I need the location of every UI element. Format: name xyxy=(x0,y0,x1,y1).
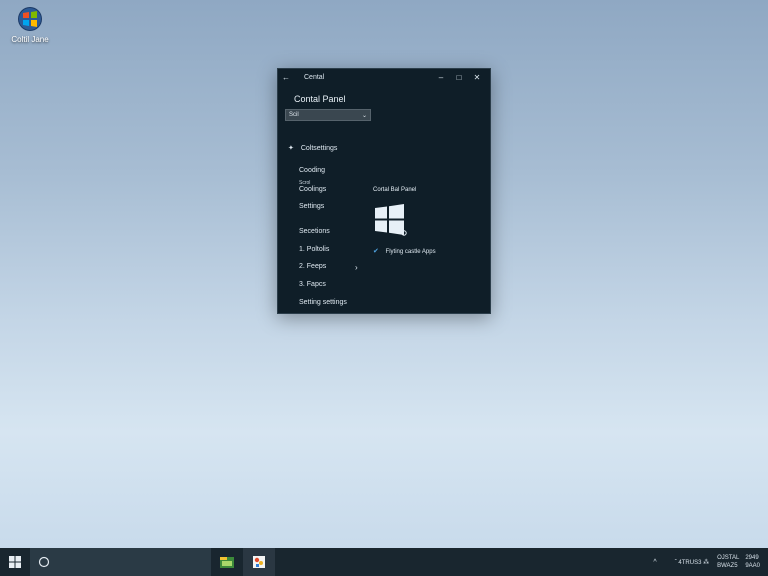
nav-item-feeps[interactable]: 2. Feeps › xyxy=(299,263,358,272)
nav-item-fapcs[interactable]: 3. Fapcs xyxy=(299,281,326,288)
minimize-button[interactable]: – xyxy=(432,73,450,82)
cortana-ring-icon xyxy=(38,556,50,568)
taskbar: ^ ˆ 4TRUS3 ⁂ OJSTAL BWAZ5 2949 9AA0 xyxy=(0,548,768,576)
tray-date[interactable]: OJSTAL BWAZ5 xyxy=(717,554,745,570)
desktop-icon-shortcut[interactable]: Coltil Jane xyxy=(6,6,54,44)
settings-star-icon: ✦ xyxy=(288,145,294,152)
desktop-icon-label: Coltil Jane xyxy=(11,35,49,44)
nav-section-label: Coltsettings xyxy=(300,145,338,152)
start-button[interactable] xyxy=(0,548,30,576)
system-tray: ^ ˆ 4TRUS3 ⁂ OJSTAL BWAZ5 2949 9AA0 xyxy=(649,548,768,576)
nav-item-settings[interactable]: Settings xyxy=(299,203,324,210)
search-dropdown-value: Scil xyxy=(289,112,299,118)
feature-checkbox-label: Flyting castle Apps xyxy=(385,249,436,255)
chevron-down-icon: ⌄ xyxy=(361,112,367,119)
nav-item-secetions[interactable]: Secetions xyxy=(299,228,330,235)
taskbar-app-explorer[interactable] xyxy=(211,548,243,576)
tray-date-line2: BWAZ5 xyxy=(717,563,738,569)
page-heading: Contal Panel xyxy=(294,94,346,104)
windows-orb-icon xyxy=(18,7,42,31)
nav-item-setting-settings[interactable]: Setting settings xyxy=(299,299,347,306)
file-explorer-icon xyxy=(220,557,234,568)
nav-item-cooding[interactable]: Cooding xyxy=(299,167,325,174)
nav-item-poltolis[interactable]: 1. Poltolis xyxy=(299,246,329,253)
taskbar-app-paint[interactable] xyxy=(243,548,275,576)
chevron-right-icon: › xyxy=(355,263,358,272)
show-hidden-icons-button[interactable]: ^ xyxy=(649,559,661,566)
windows-start-icon xyxy=(9,556,21,568)
feature-checkbox[interactable]: ✔ Flyting castle Apps xyxy=(373,247,436,255)
nav-item-coolings[interactable]: Coolings xyxy=(299,186,326,193)
maximize-button[interactable]: □ xyxy=(450,73,468,82)
nav-section-title[interactable]: ✦ Coltsettings xyxy=(288,144,337,152)
tray-time-line2: 9AA0 xyxy=(745,563,760,569)
back-arrow-icon[interactable]: ← xyxy=(282,73,296,82)
window-title: Cental xyxy=(304,73,325,81)
control-panel-window: ← Cental – □ ✕ Contal Panel Scil ⌄ ✦ Col… xyxy=(277,68,491,314)
tray-date-line1: OJSTAL xyxy=(717,555,740,561)
close-button[interactable]: ✕ xyxy=(468,73,486,82)
title-bar: ← Cental – □ ✕ xyxy=(278,69,490,85)
content-title: Cortal Bal Panel xyxy=(373,187,417,193)
taskbar-search[interactable] xyxy=(30,548,211,576)
checkmark-icon: ✔ xyxy=(373,248,379,255)
windows-logo-icon xyxy=(375,204,407,236)
paint-app-icon xyxy=(253,556,265,568)
search-dropdown[interactable]: Scil ⌄ xyxy=(285,109,371,121)
nav-item-feeps-label: 2. Feeps xyxy=(299,263,327,270)
tray-time[interactable]: 2949 9AA0 xyxy=(745,554,768,570)
tray-time-line1: 2949 xyxy=(745,555,759,561)
tray-status-text[interactable]: ˆ 4TRUS3 ⁂ xyxy=(661,559,717,566)
